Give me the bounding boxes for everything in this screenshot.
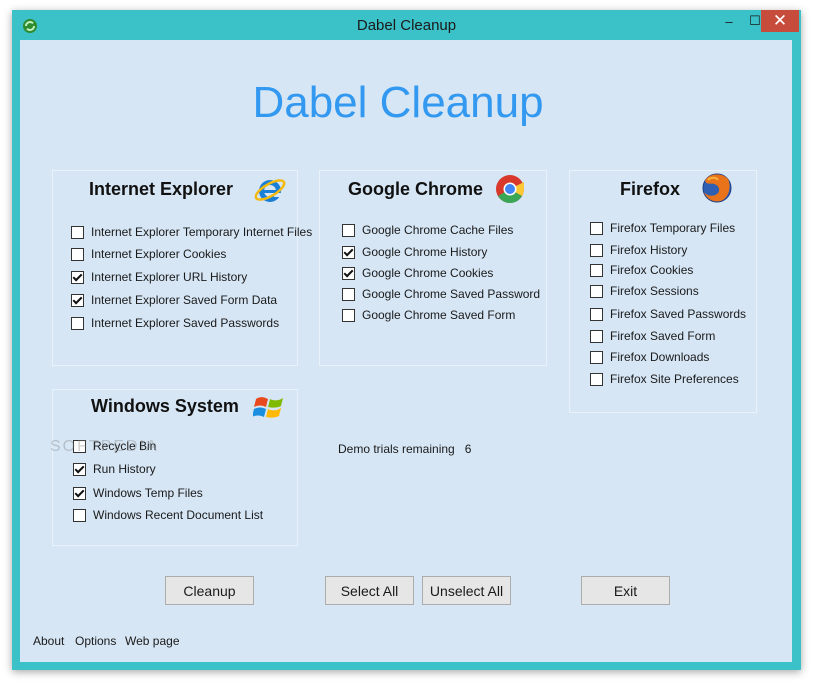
checkbox-item[interactable]: Google Chrome Cookies [342,265,493,281]
minimize-button[interactable]: – [716,10,742,32]
firefox-icon [702,173,732,203]
checkbox[interactable] [342,266,355,280]
client-area: Dabel Cleanup Internet Explorer Internet… [20,40,792,662]
checkbox-label: Firefox Saved Form [610,329,716,343]
close-button[interactable]: ✕ [761,10,799,32]
checkbox[interactable] [590,350,603,364]
checkbox-label: Google Chrome Cache Files [362,223,514,237]
checkbox[interactable] [590,307,603,321]
group-title: Google Chrome [348,179,484,199]
checkbox-item[interactable]: Firefox Sessions [590,283,699,299]
group-title: Firefox [620,179,681,199]
unselect-all-button[interactable]: Unselect All [422,576,511,605]
checkbox[interactable] [73,508,86,522]
checkbox[interactable] [590,329,603,343]
checkbox-item[interactable]: Internet Explorer Saved Passwords [71,315,279,331]
checkbox-label: Internet Explorer Saved Passwords [91,316,280,330]
checkbox[interactable] [342,287,355,301]
checkbox-item[interactable]: Firefox History [590,242,687,258]
watermark: SOFTPEDIA [50,438,159,455]
checkbox-label: Internet Explorer Temporary Internet Fil… [91,225,313,239]
window-title: Dabel Cleanup [356,17,457,34]
checkbox-item[interactable]: Firefox Saved Form [590,328,715,344]
app-window: Dabel Cleanup – ☐ ✕ Dabel Cleanup Intern… [12,10,801,670]
group-title: Internet Explorer [89,179,234,199]
checkbox-item[interactable]: Google Chrome Saved Form [342,307,515,323]
demo-trials: Demo trials remaining 6 [338,442,471,456]
checkbox-item[interactable]: Firefox Site Preferences [590,371,739,387]
about-link[interactable]: About [33,634,64,648]
select-all-button[interactable]: Select All [325,576,414,605]
checkbox-label: Firefox Saved Passwords [610,307,747,321]
checkbox[interactable] [73,486,86,500]
windows-logo-icon [253,397,283,418]
checkbox[interactable] [71,270,84,284]
checkbox[interactable] [71,293,84,307]
group-internet-explorer: Internet Explorer Internet Explorer Temp… [52,170,312,366]
checkbox[interactable] [590,284,603,298]
web-page-link[interactable]: Web page [125,634,180,648]
checkbox[interactable] [342,308,355,322]
checkbox-item[interactable]: Firefox Temporary Files [590,220,735,236]
checkbox-label: Windows Recent Document List [93,508,264,522]
checkbox-item[interactable]: Firefox Cookies [590,262,693,278]
options-link[interactable]: Options [75,634,116,648]
checkbox-label: Firefox Cookies [610,263,694,277]
checkbox-label: Firefox Downloads [610,350,710,364]
google-chrome-icon [496,175,524,203]
checkbox-item[interactable]: Firefox Saved Passwords [590,306,746,322]
checkbox-label: Internet Explorer Saved Form Data [91,293,278,307]
checkbox-label: Internet Explorer URL History [91,270,248,284]
checkbox[interactable] [590,263,603,277]
demo-trials-count: 6 [464,442,472,456]
checkbox[interactable] [590,243,603,257]
exit-button[interactable]: Exit [581,576,670,605]
checkbox-item[interactable]: Google Chrome Cache Files [342,222,513,238]
group-google-chrome: Google Chrome Google Chrome Cache Files … [319,170,547,366]
checkbox-item[interactable]: Google Chrome Saved Password [342,286,540,302]
checkbox-item[interactable]: Internet Explorer URL History [71,269,247,285]
checkbox-item[interactable]: Internet Explorer Cookies [71,246,226,262]
group-windows-system: Windows System Recycle Bin Run History W… [52,389,298,546]
checkbox-label: Internet Explorer Cookies [91,247,227,261]
checkbox-item[interactable]: Google Chrome History [342,244,487,260]
checkbox-item[interactable]: Firefox Downloads [590,349,709,365]
group-title: Windows System [91,396,239,416]
cleanup-button[interactable]: Cleanup [165,576,254,605]
checkbox-item[interactable]: Internet Explorer Saved Form Data [71,292,277,308]
checkbox-item[interactable]: Run History [73,461,156,477]
checkbox[interactable] [590,221,603,235]
title-bar[interactable]: Dabel Cleanup – ☐ ✕ [12,10,801,40]
checkbox[interactable] [342,245,355,259]
checkbox-label: Firefox Temporary Files [610,221,736,235]
checkbox[interactable] [71,316,84,330]
checkbox[interactable] [342,223,355,237]
checkbox[interactable] [73,462,86,476]
demo-trials-label: Demo trials remaining [338,442,455,456]
checkbox-label: Firefox History [610,243,688,257]
group-firefox: Firefox Firefox Temporary Files Firefox … [569,170,757,413]
checkbox-label: Run History [93,462,156,476]
checkbox-label: Firefox Site Preferences [610,372,739,386]
checkbox[interactable] [71,247,84,261]
app-heading: Dabel Cleanup [252,78,544,127]
checkbox-label: Firefox Sessions [610,284,699,298]
checkbox-label: Google Chrome Saved Form [362,308,516,322]
internet-explorer-icon [254,179,286,202]
checkbox[interactable] [71,225,84,239]
checkbox-label: Google Chrome History [362,245,488,259]
checkbox-label: Windows Temp Files [93,486,203,500]
checkbox-item[interactable]: Windows Temp Files [73,485,203,501]
checkbox-item[interactable]: Windows Recent Document List [73,507,263,523]
checkbox-label: Google Chrome Saved Password [362,287,541,301]
checkbox-label: Google Chrome Cookies [362,266,494,280]
checkbox-item[interactable]: Internet Explorer Temporary Internet Fil… [71,224,312,240]
checkbox[interactable] [590,372,603,386]
